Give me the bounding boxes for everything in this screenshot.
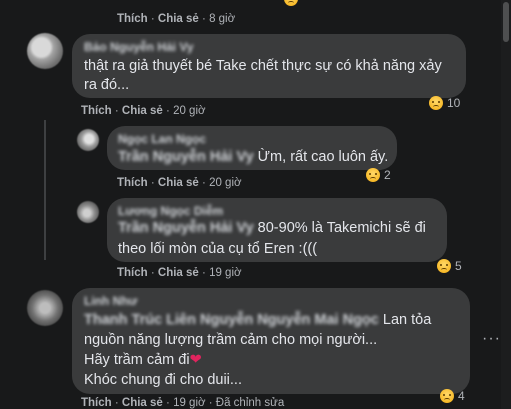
timestamp[interactable]: 20 giờ (209, 177, 241, 189)
reaction-count[interactable]: 2 (366, 168, 391, 182)
comment-author[interactable]: Linh Như (84, 294, 137, 308)
comment-actions: Thích · Chia sẻ · 20 giờ (117, 177, 242, 189)
sad-reaction-icon (437, 259, 451, 273)
avatar[interactable] (77, 129, 99, 151)
mention-link[interactable]: Thanh Trúc Liên Nguyễn Nguyễn Mai Ngọc (84, 312, 379, 328)
avatar[interactable] (27, 290, 63, 326)
share-link[interactable]: Chia sẻ (158, 13, 199, 25)
reaction-count[interactable]: 10 (429, 96, 460, 110)
comment-text-line: ra đó... (84, 77, 130, 93)
timestamp[interactable]: 19 giờ (209, 267, 241, 279)
comment-actions: Thích · Chia sẻ · 19 giờ (117, 267, 242, 279)
share-link[interactable]: Chia sẻ (122, 105, 163, 117)
like-link[interactable]: Thích (117, 177, 148, 189)
avatar[interactable] (27, 33, 63, 69)
like-link[interactable]: Thích (81, 105, 112, 117)
scrollbar[interactable] (501, 0, 511, 409)
comment-actions: Thích · Chia sẻ · 19 giờ · Đã chỉnh sửa (81, 397, 285, 409)
avatar[interactable] (77, 201, 99, 223)
more-options-icon[interactable]: ··· (482, 330, 501, 348)
like-link[interactable]: Thích (117, 13, 148, 25)
comment-author[interactable]: Ngọc Lan Ngọc (118, 132, 206, 146)
broken-heart-icon: ❤ (189, 352, 202, 368)
timestamp[interactable]: 20 giờ (173, 105, 205, 117)
thread-line (44, 120, 46, 260)
comment-text-line: Hãy trầm cảm đi❤ (84, 352, 202, 368)
comment-text-line: nguồn năng lượng trầm cảm cho mọi người.… (84, 332, 378, 348)
timestamp[interactable]: 19 giờ (173, 397, 205, 409)
share-link[interactable]: Chia sẻ (158, 267, 199, 279)
comment-actions: Thích · Chia sẻ · 8 giờ (117, 13, 236, 25)
comment-actions: Thích · Chia sẻ · 20 giờ (81, 105, 206, 117)
comment-text-line: Thanh Trúc Liên Nguyễn Nguyễn Mai Ngọc L… (84, 312, 432, 328)
like-link[interactable]: Thích (117, 267, 148, 279)
share-link[interactable]: Chia sẻ (158, 177, 199, 189)
share-link[interactable]: Chia sẻ (122, 397, 163, 409)
sad-reaction-icon (440, 389, 454, 403)
comment-text-line: theo lối mòn của cụ tổ Eren :((( (118, 241, 318, 257)
comment-text-line: Trần Nguyễn Hải Vy 80-90% là Takemichi s… (118, 220, 426, 236)
sad-reaction-icon[interactable] (284, 0, 298, 6)
comment-author[interactable]: Lương Ngọc Diễm (118, 204, 223, 218)
scrollbar-thumb[interactable] (503, 2, 509, 42)
edited-label[interactable]: Đã chỉnh sửa (216, 397, 284, 409)
comment-text-line: thật ra giả thuyết bé Take chết thực sự … (84, 58, 442, 74)
comment-text: Trần Nguyễn Hải Vy Ừm, rất cao luôn ấy. (118, 149, 389, 165)
reaction-count[interactable]: 5 (437, 259, 462, 273)
comment-text-line: Khóc chung đi cho duii... (84, 372, 242, 388)
mention-link[interactable]: Trần Nguyễn Hải Vy (118, 149, 254, 165)
sad-reaction-icon (366, 168, 380, 182)
comment-author[interactable]: Bảo Nguyễn Hải Vy (84, 40, 194, 54)
reaction-count[interactable]: 4 (440, 389, 465, 403)
timestamp[interactable]: 8 giờ (209, 13, 235, 25)
like-link[interactable]: Thích (81, 397, 112, 409)
mention-link[interactable]: Trần Nguyễn Hải Vy (118, 220, 254, 236)
sad-reaction-icon (429, 96, 443, 110)
